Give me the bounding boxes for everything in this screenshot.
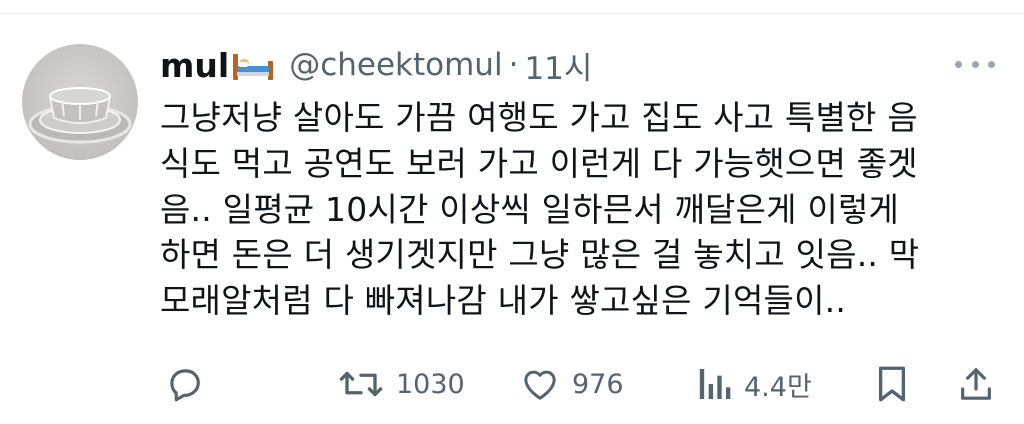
share-icon <box>961 368 991 400</box>
display-name[interactable]: mul <box>160 46 229 85</box>
more-dot-icon <box>988 60 995 68</box>
separator-dot: · <box>508 47 519 83</box>
reply-button[interactable] <box>164 360 206 408</box>
bed-emoji-icon <box>231 48 275 82</box>
bookmark-button[interactable] <box>874 360 910 408</box>
timestamp[interactable]: 11시 <box>524 43 592 88</box>
more-dot-icon <box>955 60 962 68</box>
tweet-header: mul @cheektomul · 11시 <box>160 40 592 90</box>
retweet-count: 1030 <box>396 368 465 400</box>
avatar[interactable] <box>22 44 138 160</box>
views-button[interactable]: 4.4만 <box>696 360 812 408</box>
handle[interactable]: @cheektomul <box>289 47 502 83</box>
retweet-button[interactable]: 1030 <box>338 360 465 408</box>
more-dot-icon <box>971 60 979 68</box>
views-icon <box>699 369 731 399</box>
views-count: 4.4만 <box>744 371 812 403</box>
share-button[interactable] <box>956 360 996 408</box>
glass-bowl-avatar-image <box>28 87 132 144</box>
reply-icon <box>170 369 200 402</box>
like-count: 976 <box>572 368 624 400</box>
more-options-button[interactable] <box>955 52 995 76</box>
action-bar: 1030 976 4.4만 <box>160 360 1000 408</box>
divider <box>0 13 1024 14</box>
bookmark-icon <box>878 366 906 402</box>
heart-icon <box>524 370 556 400</box>
tweet-text: 그냥저냥 살아도 가끔 여행도 가고 집도 사고 특별한 음 식도 먹고 공연도… <box>160 98 920 321</box>
like-button[interactable]: 976 <box>520 360 624 408</box>
retweet-icon <box>339 371 383 397</box>
